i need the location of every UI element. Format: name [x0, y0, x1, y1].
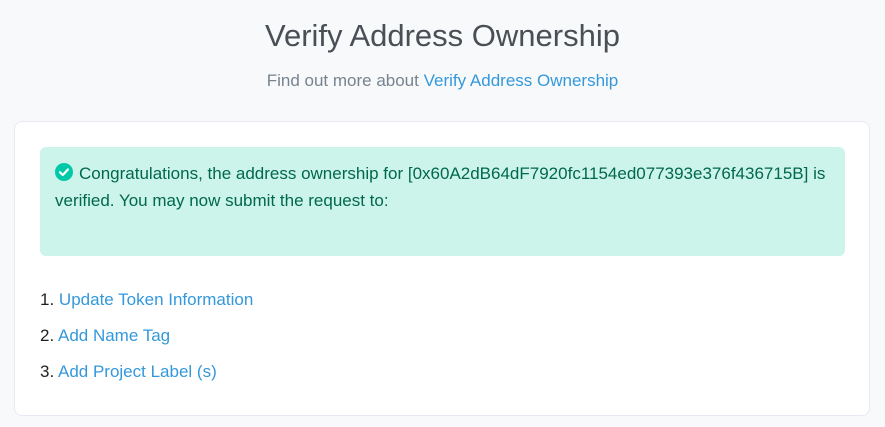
- page-title: Verify Address Ownership: [265, 18, 620, 53]
- success-alert: Congratulations, the address ownership f…: [40, 147, 845, 256]
- step-add-project-label: 3. Add Project Label (s): [40, 359, 253, 395]
- verify-address-ownership-link[interactable]: Verify Address Ownership: [424, 71, 619, 90]
- step-number: 1.: [40, 290, 55, 309]
- next-steps-list: 1. Update Token Information 2. Add Name …: [40, 287, 253, 395]
- add-name-tag-link[interactable]: Add Name Tag: [58, 326, 170, 345]
- page-subtitle: Find out more about Verify Address Owner…: [0, 69, 885, 93]
- step-update-token-information: 1. Update Token Information: [40, 287, 253, 323]
- update-token-information-link[interactable]: Update Token Information: [59, 290, 253, 309]
- verification-card: Congratulations, the address ownership f…: [14, 121, 870, 416]
- step-number: 3.: [40, 362, 55, 381]
- step-add-name-tag: 2. Add Name Tag: [40, 323, 253, 359]
- subtitle-text: Find out more about: [266, 71, 419, 90]
- step-number: 2.: [40, 326, 55, 345]
- success-message: Congratulations, the address ownership f…: [55, 164, 826, 210]
- add-project-label-link[interactable]: Add Project Label (s): [58, 362, 217, 381]
- check-circle-icon: [55, 163, 73, 181]
